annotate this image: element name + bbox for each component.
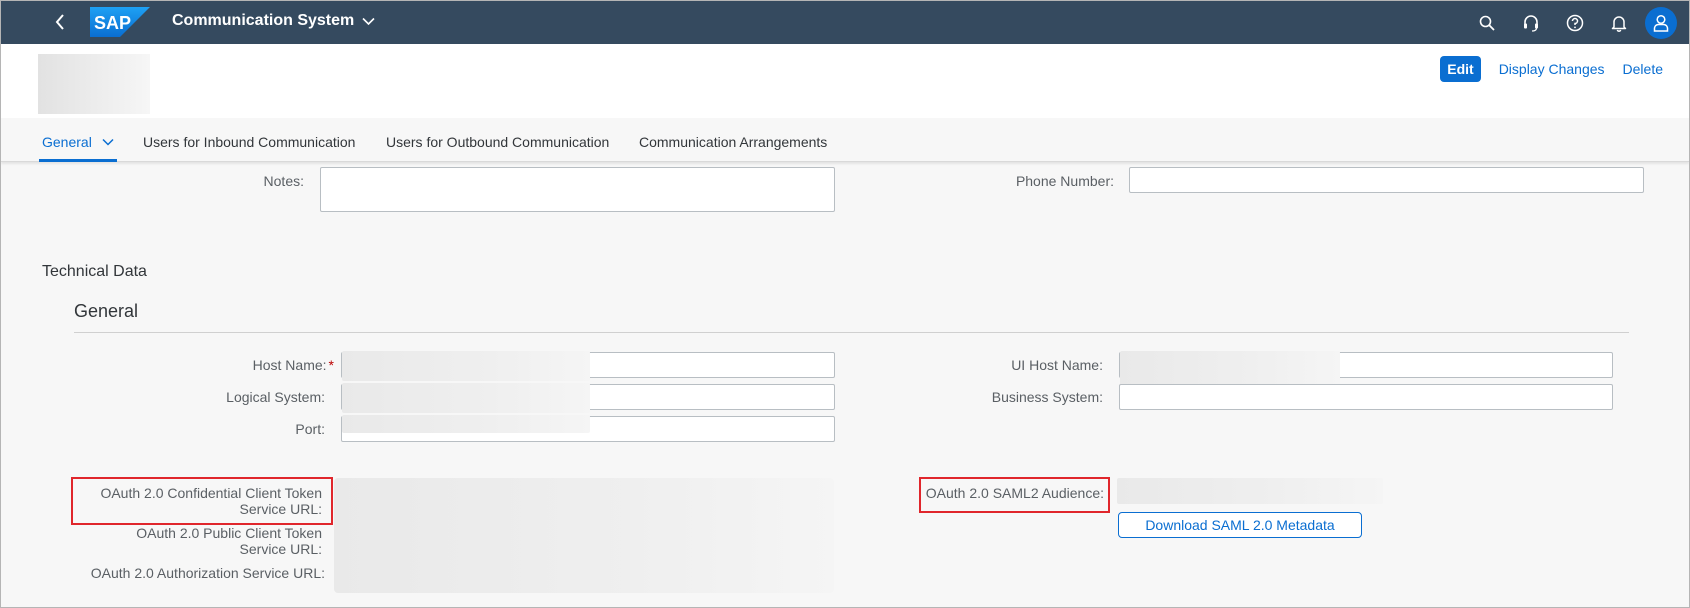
- back-button[interactable]: [45, 9, 75, 35]
- oauth-public-label: OAuth 2.0 Public Client Token Service UR…: [136, 525, 322, 557]
- tab-general[interactable]: General: [42, 134, 114, 150]
- tab-users-outbound[interactable]: Users for Outbound Communication: [386, 134, 609, 150]
- logical-system-label: Logical System:: [226, 389, 325, 405]
- download-saml-metadata-button[interactable]: Download SAML 2.0 Metadata: [1118, 512, 1362, 538]
- port-label: Port:: [295, 421, 325, 437]
- notifications-button[interactable]: [1597, 1, 1641, 44]
- redacted-value: [342, 383, 590, 413]
- redacted-value: [342, 351, 590, 381]
- header-actions: Edit Display Changes Delete: [1440, 56, 1663, 82]
- headset-icon: [1524, 14, 1538, 32]
- search-icon: [1479, 15, 1495, 31]
- app-frame: SAP Communication System Edit Display Ch…: [0, 0, 1690, 608]
- chevron-down-icon: [102, 138, 114, 146]
- highlight-box: [71, 477, 333, 525]
- business-system-label: Business System:: [991, 389, 1103, 405]
- shell-actions: [1465, 1, 1689, 44]
- required-indicator: *: [328, 357, 334, 373]
- app-title: Communication System: [172, 12, 355, 29]
- chevron-left-icon: [55, 14, 64, 30]
- phone-number-label: Phone Number:: [1015, 173, 1114, 189]
- section-divider: [74, 332, 1629, 333]
- display-changes-button[interactable]: Display Changes: [1499, 61, 1605, 77]
- svg-text:SAP: SAP: [94, 13, 131, 33]
- notes-label: Notes:: [263, 173, 304, 189]
- redacted-oauth-urls: [334, 478, 834, 593]
- active-tab-indicator: [39, 159, 117, 162]
- search-button[interactable]: [1465, 1, 1509, 44]
- oauth-authorization-label: OAuth 2.0 Authorization Service URL:: [90, 565, 325, 581]
- support-button[interactable]: [1509, 1, 1553, 44]
- help-icon: [1566, 14, 1584, 31]
- delete-button[interactable]: Delete: [1623, 61, 1663, 77]
- notes-textarea[interactable]: [320, 167, 835, 212]
- ui-host-name-label: UI Host Name:: [1011, 357, 1103, 373]
- tab-communication-arrangements[interactable]: Communication Arrangements: [639, 134, 827, 150]
- edit-button[interactable]: Edit: [1440, 56, 1481, 82]
- bell-icon: [1611, 15, 1627, 32]
- object-image-placeholder: [38, 54, 150, 114]
- redacted-value: [342, 415, 590, 433]
- sap-logo[interactable]: SAP: [90, 7, 150, 37]
- technical-data-title: Technical Data: [42, 263, 147, 280]
- business-system-input[interactable]: [1119, 384, 1613, 410]
- host-name-label: Host Name: *: [252, 357, 334, 373]
- tab-label: General: [42, 134, 92, 150]
- tab-users-inbound[interactable]: Users for Inbound Communication: [143, 134, 355, 150]
- object-header: Edit Display Changes Delete: [1, 44, 1689, 118]
- redacted-saml-audience: [1117, 478, 1383, 504]
- user-icon: [1653, 14, 1669, 32]
- phone-number-input[interactable]: [1129, 167, 1644, 193]
- general-subsection-title: General: [74, 301, 139, 321]
- tab-bar: General Users for Inbound Communication …: [1, 118, 1689, 162]
- user-avatar[interactable]: [1645, 6, 1677, 39]
- chevron-down-icon: [362, 17, 375, 25]
- shell-bar: SAP Communication System: [1, 1, 1689, 44]
- help-button[interactable]: [1553, 1, 1597, 44]
- app-title-menu[interactable]: Communication System: [172, 12, 375, 30]
- highlight-box: [919, 477, 1110, 513]
